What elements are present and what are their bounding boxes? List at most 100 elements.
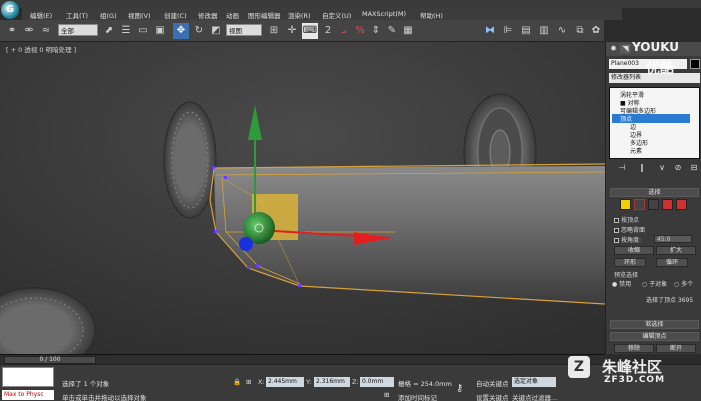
absolute-mode-icon[interactable]: ⊞ — [246, 378, 251, 386]
spinner-snap-icon[interactable]: ⇕ — [368, 23, 384, 39]
angle-input[interactable]: 45.0 — [654, 235, 692, 243]
youku-cn-watermark: 优酷 — [646, 61, 674, 77]
border-mode-icon[interactable] — [648, 199, 659, 210]
ring-button[interactable]: 环形 — [614, 258, 646, 267]
grow-button[interactable]: 扩大 — [656, 246, 696, 255]
window-crossing-icon[interactable]: ▣ — [152, 23, 168, 39]
by-vertex-checkbox[interactable]: 按顶点 — [614, 215, 639, 224]
preview-multi-radio[interactable]: ○ 多个 — [674, 279, 693, 288]
maxscript-mini-listener[interactable]: Max to Physc — [2, 390, 54, 400]
pivot-center-icon[interactable]: ⊞ — [266, 23, 282, 39]
remove-modifier-icon[interactable]: ⊘ — [671, 162, 685, 174]
by-angle-checkbox[interactable]: 按角度: — [614, 235, 641, 244]
mirror-icon[interactable]: ⧓ — [482, 23, 498, 39]
prompt-hint-text: 单击或单击并拖动以选择对象 — [62, 394, 147, 401]
timeline[interactable]: 0 / 100 — [0, 354, 605, 364]
selected-set-dropdown[interactable]: 选定对象 — [512, 377, 556, 387]
soft-selection-rollout-header[interactable]: 软选择 — [610, 320, 699, 329]
time-slider[interactable]: 0 / 100 — [4, 356, 96, 364]
menu-graph-editors[interactable]: 图形编辑器 — [248, 10, 281, 20]
preview-subobject-radio[interactable]: ○ 子对象 — [642, 279, 667, 288]
add-time-tag-button[interactable]: 添加时间标记 — [398, 392, 437, 401]
percent-snap-icon[interactable]: % — [352, 23, 368, 39]
vertex-mode-icon[interactable] — [620, 199, 631, 210]
keyboard-shortcut-icon[interactable]: ⌨ — [302, 23, 318, 39]
align-icon[interactable]: ⊫ — [500, 23, 516, 39]
link-icon[interactable]: ⚭ — [4, 23, 20, 39]
curve-editor-icon[interactable]: ∿ — [554, 23, 570, 39]
maxscript-listener[interactable] — [2, 367, 54, 387]
menu-render[interactable]: 渲染(R) — [288, 10, 311, 20]
material-editor-icon[interactable]: ✿ — [588, 23, 604, 39]
graphite-ribbon-icon[interactable]: ▥ — [536, 23, 552, 39]
unlink-icon[interactable]: ⚮ — [21, 23, 37, 39]
bind-space-warp-icon[interactable]: ≈ — [38, 23, 54, 39]
menu-create[interactable]: 创建(C) — [164, 10, 187, 20]
polygon-mode-icon[interactable] — [662, 199, 673, 210]
stack-item-vertex[interactable]: 顶点 — [612, 114, 690, 123]
selection-status-text: 选择了 1 个对象 — [62, 380, 110, 388]
by-vertex-label: 按顶点 — [621, 217, 640, 224]
make-unique-icon[interactable]: ∨ — [655, 162, 669, 174]
y-coordinate-field[interactable]: 2.316mm — [314, 377, 350, 387]
lock-selection-icon[interactable]: 🔒 — [233, 378, 241, 386]
snap-toggle-icon[interactable]: 2 — [320, 23, 336, 39]
preview-disabled-radio[interactable]: ● 禁用 — [612, 279, 631, 288]
menu-maxscript[interactable]: MAXScript(M) — [362, 10, 406, 18]
app-logo-icon[interactable]: G — [1, 1, 19, 19]
command-panel: ✸ ◥ ⊤ Plane003 修改器列表 涡轮平滑 ■ 对称 可编辑多边形 顶点… — [605, 42, 701, 354]
time-tag-icon[interactable]: ⊞ — [384, 391, 389, 399]
ignore-backfacing-checkbox[interactable]: 忽略背面 — [614, 225, 645, 234]
edit-named-selection-icon[interactable]: ✎ — [384, 23, 400, 39]
menu-help[interactable]: 帮助(H) — [420, 10, 443, 20]
selection-filter-dropdown[interactable]: 全部 — [58, 24, 98, 36]
menu-group[interactable]: 组(G) — [100, 10, 117, 20]
loop-button[interactable]: 循环 — [656, 258, 688, 267]
schematic-view-icon[interactable]: ⧉ — [572, 23, 588, 39]
selection-info-text: 选择了顶点 3695 — [646, 297, 694, 304]
select-manipulate-icon[interactable]: ✛ — [284, 23, 300, 39]
rotate-icon[interactable]: ↻ — [191, 23, 207, 39]
menu-customize[interactable]: 自定义(U) — [322, 10, 351, 20]
key-filters-button[interactable]: 关键点过滤器... — [512, 392, 557, 401]
object-color-swatch[interactable] — [690, 59, 700, 69]
select-object-icon[interactable]: ⬈ — [101, 23, 117, 39]
reference-coordinate-dropdown[interactable]: 视图 — [226, 24, 262, 36]
break-button[interactable]: 断开 — [656, 344, 696, 353]
auto-key-button[interactable]: 自动关键点 — [476, 378, 509, 388]
shrink-button[interactable]: 收缩 — [614, 246, 654, 255]
key-icon[interactable]: ⚷ — [456, 383, 463, 394]
angle-snap-icon[interactable]: ⦟ — [336, 23, 352, 39]
z-coordinate-field[interactable]: 0.0mm — [360, 377, 394, 387]
modify-tab-icon[interactable]: ◥ — [620, 44, 631, 54]
viewport-label[interactable]: [ + 0 透视 0 明暗处理 ] — [6, 44, 76, 54]
edit-vertices-rollout-header[interactable]: 编辑顶点 — [610, 332, 699, 341]
create-tab-icon[interactable]: ✸ — [608, 44, 619, 54]
x-coordinate-field[interactable]: 2.445mm — [266, 377, 304, 387]
menu-edit[interactable]: 编辑(E) — [30, 10, 52, 20]
menu-view[interactable]: 视图(V) — [128, 10, 151, 20]
edge-mode-icon[interactable] — [634, 199, 645, 210]
remove-button[interactable]: 移除 — [614, 344, 654, 353]
stack-item-element[interactable]: 元素 — [630, 146, 642, 155]
zf3d-url-watermark: ZF3D.COM — [604, 375, 666, 385]
move-icon[interactable]: ✥ — [173, 23, 189, 39]
select-by-name-icon[interactable]: ☰ — [118, 23, 134, 39]
menu-animation[interactable]: 动画 — [226, 10, 239, 20]
preview-multi-label: 多个 — [681, 281, 694, 288]
perspective-viewport[interactable] — [0, 42, 605, 354]
menu-modifiers[interactable]: 修改器 — [198, 10, 218, 20]
named-selection-icon[interactable]: ▦ — [400, 23, 416, 39]
configure-sets-icon[interactable]: ⊟ — [687, 162, 701, 174]
menu-tools[interactable]: 工具(T) — [66, 10, 88, 20]
element-mode-icon[interactable] — [676, 199, 687, 210]
selection-rollout-header[interactable]: 选择 — [610, 188, 699, 197]
pin-stack-icon[interactable]: ⊣ — [615, 162, 629, 174]
show-end-result-icon[interactable]: ‖ — [635, 162, 649, 174]
set-key-button[interactable]: 设置关键点 — [476, 392, 509, 401]
preview-selection-label: 预览选择 — [614, 272, 639, 279]
layer-manager-icon[interactable]: ▤ — [518, 23, 534, 39]
rect-region-icon[interactable]: ▭ — [135, 23, 151, 39]
viewport-scene — [0, 42, 605, 354]
scale-icon[interactable]: ◩ — [208, 23, 224, 39]
